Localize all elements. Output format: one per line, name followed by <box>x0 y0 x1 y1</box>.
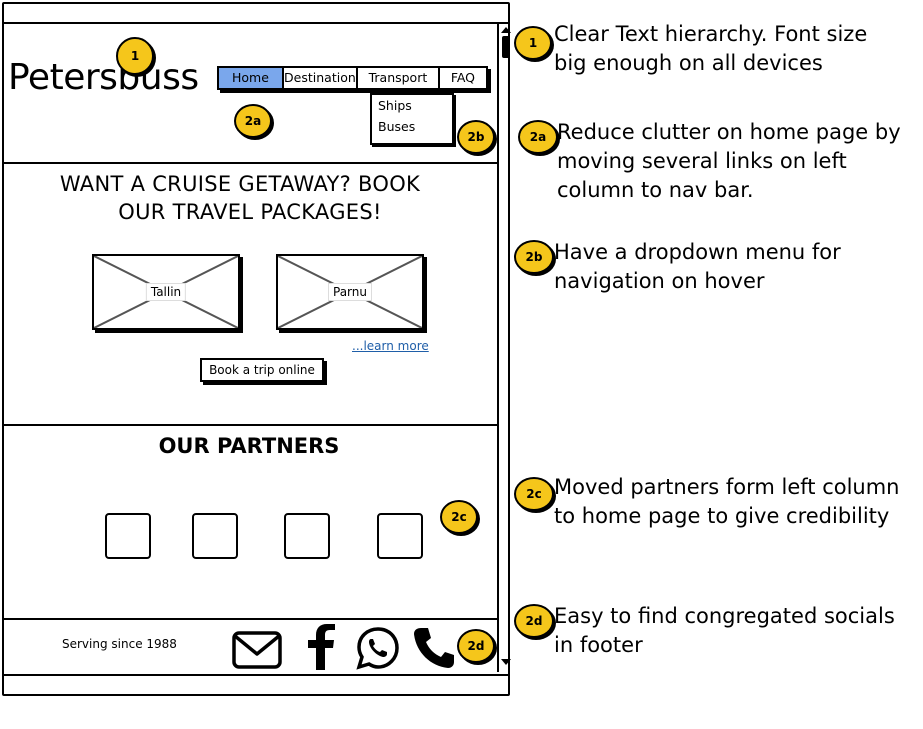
note-2a-line3: column to nav bar. <box>557 178 754 202</box>
nav-item-home[interactable]: Home <box>219 68 284 88</box>
footer-serving-text: Serving since 1988 <box>62 637 177 651</box>
header-divider <box>2 162 498 164</box>
note-badge-1: 1 <box>514 26 552 60</box>
partner-logo[interactable] <box>192 513 238 559</box>
transport-dropdown: Ships Buses <box>370 93 454 145</box>
nav-item-faq[interactable]: FAQ <box>439 68 486 88</box>
annotation-badge-2a: 2a <box>234 104 272 138</box>
partner-logo[interactable] <box>284 513 330 559</box>
hero-headline-line1: WANT A CRUISE GETAWAY? BOOK <box>59 172 421 196</box>
note-1-line1: Clear Text hierarchy. Font size <box>554 22 868 46</box>
annotation-note-1: Clear Text hierarchy. Font size big enou… <box>554 20 914 78</box>
partner-logo[interactable] <box>105 513 151 559</box>
destination-label-tallin: Tallin <box>145 283 187 301</box>
note-2d-line2: in footer <box>554 633 643 657</box>
destination-image-parnu[interactable]: Parnu <box>276 254 424 330</box>
annotation-badge-2c: 2c <box>440 500 478 534</box>
annotation-note-2a: Reduce clutter on home page by moving se… <box>557 118 917 205</box>
note-badge-2a: 2a <box>518 120 558 154</box>
note-2c-line2: to home page to give credibility <box>554 504 890 528</box>
hero-divider <box>2 424 498 426</box>
hero-headline-line2: OUR TRAVEL PACKAGES! <box>118 200 382 224</box>
note-badge-2b: 2b <box>514 240 554 274</box>
note-2d-line1: Easy to find congregated socials <box>554 604 895 628</box>
annotation-note-2d: Easy to find congregated socials in foot… <box>554 602 914 660</box>
scrollbar-thumb[interactable] <box>502 36 510 58</box>
top-bar-divider <box>2 22 510 24</box>
hero-headline: WANT A CRUISE GETAWAY? BOOK OUR TRAVEL P… <box>20 170 460 226</box>
phone-icon[interactable] <box>412 626 456 670</box>
dropdown-item-buses[interactable]: Buses <box>372 116 452 137</box>
scroll-down-arrow-icon[interactable] <box>501 659 511 665</box>
partners-title: OUR PARTNERS <box>158 434 340 458</box>
annotation-note-2b: Have a dropdown menu for navigation on h… <box>554 238 914 296</box>
email-icon[interactable] <box>232 630 282 670</box>
note-2b-line1: Have a dropdown menu for <box>554 240 841 264</box>
whatsapp-icon[interactable] <box>356 626 400 670</box>
note-2c-line1: Moved partners form left column <box>554 475 900 499</box>
learn-more-link[interactable]: ...learn more <box>352 339 429 353</box>
site-logo[interactable]: Petersbuss <box>8 56 199 100</box>
nav-item-transport[interactable]: Transport <box>357 68 440 88</box>
note-badge-2c: 2c <box>514 477 554 511</box>
nav-item-destination[interactable]: Destination <box>283 68 358 88</box>
book-trip-button[interactable]: Book a trip online <box>200 358 324 382</box>
note-2a-line2: moving several links on left <box>557 149 847 173</box>
note-1-line2: big enough on all devices <box>554 51 823 75</box>
scrollbar-track[interactable] <box>497 24 499 672</box>
footer-divider <box>4 618 498 620</box>
annotation-badge-2b: 2b <box>457 120 495 154</box>
destination-label-parnu: Parnu <box>328 283 372 301</box>
facebook-icon[interactable] <box>306 624 336 670</box>
scroll-up-arrow-icon[interactable] <box>501 27 511 33</box>
note-badge-2d: 2d <box>514 604 554 638</box>
note-2a-line1: Reduce clutter on home page by <box>557 120 901 144</box>
annotation-badge-1: 1 <box>116 37 154 75</box>
annotation-note-2c: Moved partners form left column to home … <box>554 473 914 531</box>
annotation-badge-2d: 2d <box>457 629 495 663</box>
bottom-bar-divider <box>2 674 510 676</box>
destination-image-tallin[interactable]: Tallin <box>92 254 240 330</box>
note-2b-line2: navigation on hover <box>554 269 765 293</box>
nav-bar: Home Destination Transport FAQ <box>217 66 488 90</box>
partner-logo[interactable] <box>377 513 423 559</box>
dropdown-item-ships[interactable]: Ships <box>372 95 452 116</box>
